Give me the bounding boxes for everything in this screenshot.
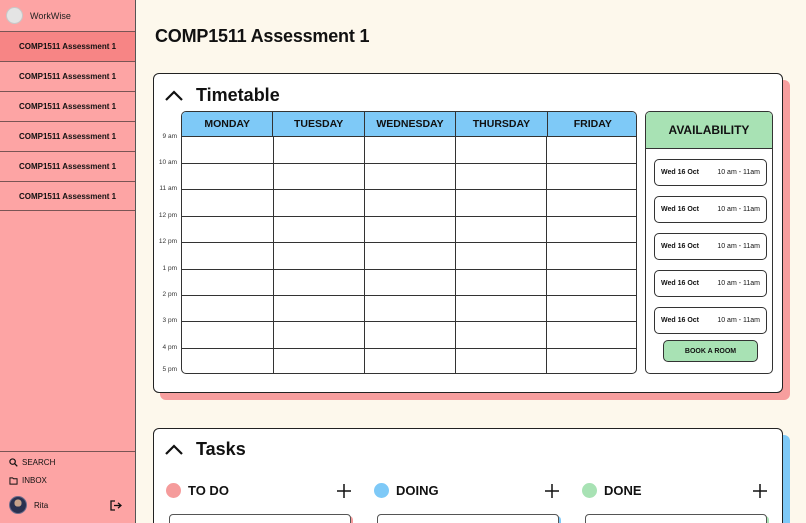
timetable-day-header: MONDAY TUESDAY WEDNESDAY THURSDAY FRIDAY [182, 112, 636, 137]
time-label: 10 am [158, 159, 177, 166]
day-tuesday: TUESDAY [272, 112, 363, 136]
search-link[interactable]: SEARCH [9, 458, 55, 467]
grid-row-line [182, 242, 636, 243]
page-title: COMP1511 Assessment 1 [155, 26, 370, 46]
grid-row-line [182, 163, 636, 164]
slot-date: Wed 16 Oct [661, 243, 699, 250]
tasks-title: Tasks [196, 439, 246, 459]
todo-task-card[interactable] [169, 514, 351, 523]
grid-column-line [364, 137, 365, 373]
availability-slot[interactable]: Wed 16 Oct 10 am - 11am [654, 233, 767, 260]
slot-date: Wed 16 Oct [661, 280, 699, 287]
grid-row-line [182, 269, 636, 270]
logout-icon[interactable] [110, 500, 122, 511]
availability-slot[interactable]: Wed 16 Oct 10 am - 11am [654, 307, 767, 334]
sidebar-item-assessment-2[interactable]: COMP1511 Assessment 1 [0, 61, 135, 91]
slot-date: Wed 16 Oct [661, 169, 699, 176]
chevron-up-icon[interactable] [164, 89, 184, 102]
time-label: 2 pm [162, 291, 177, 298]
sidebar-item-assessment-4[interactable]: COMP1511 Assessment 1 [0, 121, 135, 151]
time-label: 3 pm [162, 317, 177, 324]
day-wednesday: WEDNESDAY [363, 112, 455, 136]
day-friday: FRIDAY [546, 112, 636, 136]
time-label: 9 am [162, 133, 177, 140]
add-todo-task-button[interactable] [337, 484, 351, 498]
time-label: 12 pm [158, 238, 177, 245]
user-name: Rita [34, 500, 49, 510]
grid-row-line [182, 189, 636, 190]
slot-time: 10 am - 11am [717, 317, 760, 324]
done-column-header: DONE [582, 483, 642, 498]
doing-task-card[interactable] [377, 514, 559, 523]
todo-column-header: TO DO [166, 483, 229, 498]
time-label: 1 pm [162, 265, 177, 272]
chevron-up-icon[interactable] [164, 443, 184, 456]
sidebar-item-assessment-6[interactable]: COMP1511 Assessment 1 [0, 181, 135, 211]
add-doing-task-button[interactable] [545, 484, 559, 498]
doing-column-header: DOING [374, 483, 439, 498]
slot-time: 10 am - 11am [717, 280, 760, 287]
slot-date: Wed 16 Oct [661, 206, 699, 213]
avatar [9, 496, 27, 514]
availability-slot[interactable]: Wed 16 Oct 10 am - 11am [654, 196, 767, 223]
slot-time: 10 am - 11am [717, 206, 760, 213]
add-done-task-button[interactable] [753, 484, 767, 498]
sidebar-item-assessment-3[interactable]: COMP1511 Assessment 1 [0, 91, 135, 121]
grid-row-line [182, 321, 636, 322]
done-column-title: DONE [604, 483, 642, 498]
tasks-header: Tasks [164, 439, 246, 460]
timetable-title: Timetable [196, 85, 280, 105]
time-label: 11 am [159, 185, 177, 192]
slot-time: 10 am - 11am [717, 169, 760, 176]
tasks-card [153, 428, 783, 523]
grid-column-line [455, 137, 456, 373]
time-label: 4 pm [162, 344, 177, 351]
availability-panel: AVAILABILITY Wed 16 Oct 10 am - 11am Wed… [645, 111, 773, 374]
timetable-header: Timetable [164, 85, 280, 106]
search-icon [9, 458, 18, 467]
time-label: 12 pm [158, 212, 177, 219]
inbox-label: INBOX [22, 476, 47, 485]
inbox-icon [9, 476, 18, 485]
day-thursday: THURSDAY [455, 112, 546, 136]
day-monday: MONDAY [204, 118, 251, 130]
done-task-card[interactable] [585, 514, 767, 523]
brand[interactable]: WorkWise [0, 0, 135, 31]
time-label: 5 pm [162, 366, 177, 373]
todo-column-title: TO DO [188, 483, 229, 498]
availability-slot[interactable]: Wed 16 Oct 10 am - 11am [654, 270, 767, 297]
slot-time: 10 am - 11am [717, 243, 760, 250]
grid-row-line [182, 348, 636, 349]
doing-column-title: DOING [396, 483, 439, 498]
grid-column-line [273, 137, 274, 373]
sidebar-item-assessment-1[interactable]: COMP1511 Assessment 1 [0, 31, 135, 61]
grid-row-line [182, 216, 636, 217]
brand-name: WorkWise [30, 10, 71, 21]
inbox-link[interactable]: INBOX [9, 476, 47, 485]
doing-status-dot [374, 483, 389, 498]
availability-slot[interactable]: Wed 16 Oct 10 am - 11am [654, 159, 767, 186]
user-profile[interactable]: Rita [9, 496, 48, 514]
sidebar-item-assessment-5[interactable]: COMP1511 Assessment 1 [0, 151, 135, 181]
slot-date: Wed 16 Oct [661, 317, 699, 324]
timetable-grid[interactable]: MONDAY TUESDAY WEDNESDAY THURSDAY FRIDAY [181, 111, 637, 374]
search-label: SEARCH [22, 458, 56, 467]
grid-row-line [182, 295, 636, 296]
done-status-dot [582, 483, 597, 498]
grid-column-line [546, 137, 547, 373]
brand-logo-icon [6, 7, 23, 24]
todo-status-dot [166, 483, 181, 498]
availability-title: AVAILABILITY [646, 112, 772, 149]
sidebar: WorkWise COMP1511 Assessment 1 COMP1511 … [0, 0, 136, 523]
book-a-room-button[interactable]: BOOK A ROOM [663, 340, 758, 362]
